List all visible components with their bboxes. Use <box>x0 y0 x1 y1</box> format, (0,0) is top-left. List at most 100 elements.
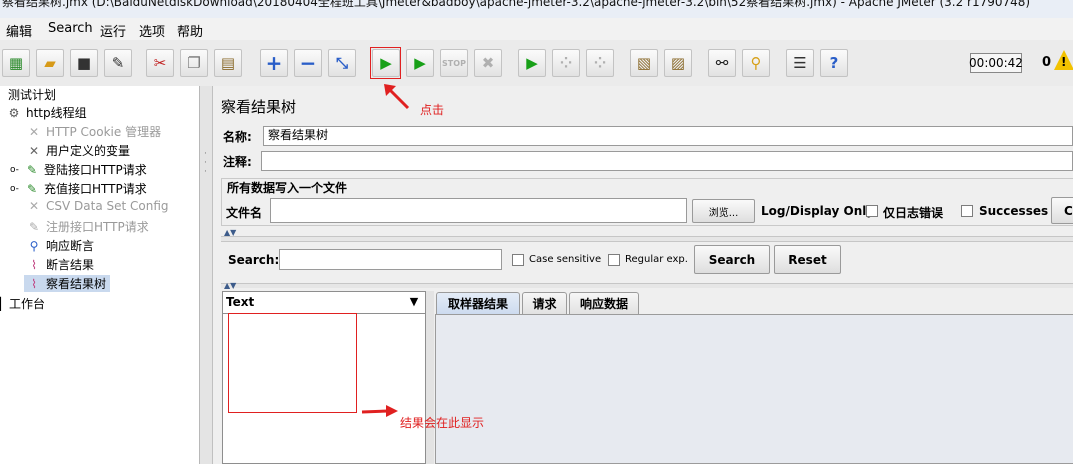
tree-item-assertion-results[interactable]: ⌇ 断言结果 <box>26 256 94 273</box>
reset-button[interactable]: Reset <box>774 245 841 274</box>
tree-item-recharge-request[interactable]: o- ✎ 充值接口HTTP请求 <box>10 180 147 197</box>
tree-item-label: 响应断言 <box>46 239 95 253</box>
expand-handle-icon[interactable]: o- <box>10 184 24 194</box>
results-area-highlight <box>228 313 357 413</box>
open-folder-icon[interactable]: ▰ <box>36 49 64 77</box>
remote-start-icon[interactable]: ▶ <box>518 49 546 77</box>
regex-checkbox[interactable] <box>608 254 620 266</box>
section-divider[interactable] <box>221 283 1073 288</box>
reset-search-broom-icon[interactable]: ⚲ <box>742 49 770 77</box>
section-divider[interactable] <box>221 236 1073 242</box>
errors-only-label: 仅日志错误 <box>883 206 944 220</box>
start-no-pause-icon[interactable]: ▶ <box>406 49 434 77</box>
tree-item-csv-config[interactable]: ✕ CSV Data Set Config <box>26 199 169 213</box>
name-field[interactable]: 察看结果树 <box>263 126 1073 146</box>
tab-request[interactable]: 请求 <box>522 292 567 314</box>
tree-item-register-request[interactable]: ✎ 注册接口HTTP请求 <box>26 218 149 235</box>
magnifier-icon: ⚲ <box>29 238 39 253</box>
tools-icon: ✕ <box>28 199 40 213</box>
tree-item-test-plan[interactable]: 测试计划 <box>8 86 56 103</box>
elapsed-timer: 00:00:42 <box>969 53 1023 73</box>
paste-icon[interactable]: ▤ <box>214 49 242 77</box>
tree-item-label: 用户定义的变量 <box>46 144 131 158</box>
tab-response-data[interactable]: 响应数据 <box>569 292 639 314</box>
tree-item-label: 充值接口HTTP请求 <box>44 182 147 196</box>
tree-item-view-results-tree[interactable]: ⌇ 察看结果树 <box>26 275 106 292</box>
search-input[interactable] <box>279 249 502 270</box>
tree-item-label: 断言结果 <box>46 258 95 272</box>
tree-item-label: HTTP Cookie 管理器 <box>46 125 162 139</box>
remote-stop-icon[interactable]: ⁘ <box>552 49 580 77</box>
stop-icon[interactable]: STOP <box>440 49 468 77</box>
toolbar: ▦ ▰ ■ ✎ ✂ ❐ ▤ + − ⤡ ▶ ▶ STOP ✖ ▶ ⁘ ⁘ ▧ ▨… <box>0 40 1073 87</box>
renderer-selected: Text <box>226 295 255 309</box>
file-name-field[interactable] <box>270 198 687 223</box>
collapse-icon[interactable]: − <box>294 49 322 77</box>
splitter-grip-icon: · · · <box>204 149 207 177</box>
pencil-icon: ✎ <box>26 162 38 177</box>
pencil-icon: ✎ <box>26 181 38 196</box>
menu-bar: 编辑 Search 运行 选项 帮助 <box>0 18 1073 40</box>
search-label: Search: <box>228 253 280 267</box>
menu-run[interactable]: 运行 <box>100 21 126 40</box>
menu-options[interactable]: 选项 <box>139 21 165 40</box>
tree-item-cookie-manager[interactable]: ✕ HTTP Cookie 管理器 <box>26 123 161 140</box>
help-icon[interactable]: ? <box>820 49 848 77</box>
tree-item-label: 测试计划 <box>8 88 57 102</box>
shutdown-icon[interactable]: ✖ <box>474 49 502 77</box>
divider-arrows-icon[interactable]: ▲▼ <box>224 229 236 237</box>
case-sensitive-label: Case sensitive <box>529 254 602 265</box>
tab-sampler-result[interactable]: 取样器结果 <box>436 292 520 314</box>
clear-icon[interactable]: ▧ <box>630 49 658 77</box>
clear-all-icon[interactable]: ▨ <box>664 49 692 77</box>
tree-item-label: 工作台 <box>9 297 46 311</box>
search-button[interactable]: Search <box>694 245 770 274</box>
pane-splitter[interactable] <box>200 86 213 464</box>
cut-icon[interactable]: ✂ <box>146 49 174 77</box>
name-label: 名称: <box>223 130 252 144</box>
window-title-bar: 察看结果树.jmx (D:\BaiduNetdiskDownload\20180… <box>0 0 1073 18</box>
case-sensitive-checkbox[interactable] <box>512 254 524 266</box>
function-helper-icon[interactable]: ☰ <box>786 49 814 77</box>
divider-arrows-icon[interactable]: ▲▼ <box>224 282 236 290</box>
remote-shutdown-icon[interactable]: ⁘ <box>586 49 614 77</box>
chevron-down-icon[interactable]: ▼ <box>405 295 423 311</box>
comment-label: 注释: <box>223 155 252 169</box>
click-annotation: 点击 <box>420 103 445 117</box>
tree-item-thread-group[interactable]: ⚙ http线程组 <box>6 104 87 121</box>
tree-item-user-variables[interactable]: ✕ 用户定义的变量 <box>26 142 130 159</box>
menu-help[interactable]: 帮助 <box>177 21 203 40</box>
tools-icon: ✕ <box>28 124 40 139</box>
menu-edit[interactable]: 编辑 <box>6 21 32 40</box>
expand-handle-icon[interactable]: o- <box>10 165 24 175</box>
toggle-icon[interactable]: ⤡ <box>328 49 356 77</box>
menu-search[interactable]: Search <box>48 21 93 36</box>
warning-mark: ! <box>1061 55 1067 69</box>
copy-icon[interactable]: ❐ <box>180 49 208 77</box>
regex-label: Regular exp. <box>625 254 688 265</box>
tree-item-label: CSV Data Set Config <box>46 199 169 213</box>
tree-item-response-assertion[interactable]: ⚲ 响应断言 <box>26 237 94 254</box>
renderer-select[interactable]: Text ▼ <box>223 292 425 314</box>
write-to-file-group-title: 所有数据写入一个文件 <box>227 179 351 196</box>
click-arrow-icon <box>384 84 410 110</box>
log-display-label: Log/Display Only: <box>761 204 879 218</box>
tree-item-workbench[interactable]: ▏ 工作台 <box>0 295 45 312</box>
comment-field[interactable] <box>261 151 1073 171</box>
search-binoculars-icon[interactable]: ⚯ <box>708 49 736 77</box>
tree-item-login-request[interactable]: o- ✎ 登陆接口HTTP请求 <box>10 161 147 178</box>
expand-icon[interactable]: + <box>260 49 288 77</box>
error-count: 0 <box>1042 55 1052 70</box>
save-icon[interactable]: ■ <box>70 49 98 77</box>
save-as-icon[interactable]: ✎ <box>104 49 132 77</box>
tree-item-label: http线程组 <box>26 106 87 120</box>
results-splitter[interactable] <box>426 291 434 464</box>
configure-button[interactable]: C <box>1051 197 1073 224</box>
errors-only-checkbox[interactable] <box>866 205 878 217</box>
browse-button[interactable]: 浏览... <box>692 199 755 223</box>
template-icon[interactable]: ▦ <box>2 49 30 77</box>
tree-item-label: 注册接口HTTP请求 <box>46 220 149 234</box>
panel-title: 察看结果树 <box>221 98 297 116</box>
workbench-icon: ▏ <box>0 296 10 311</box>
successes-checkbox[interactable] <box>961 205 973 217</box>
